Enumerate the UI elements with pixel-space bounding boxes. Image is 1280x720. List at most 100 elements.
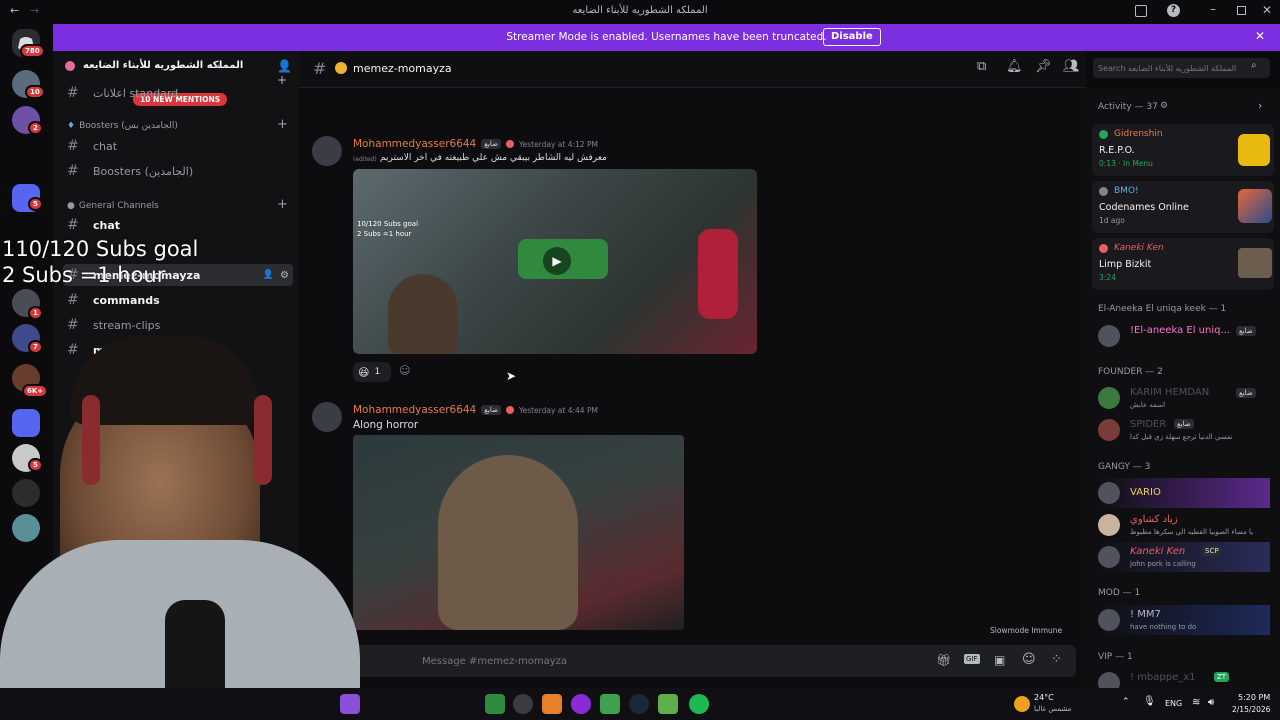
channel-chat-boost[interactable]: # chat	[63, 135, 293, 157]
app-icon[interactable]	[571, 694, 591, 714]
spiderman-shape	[698, 229, 738, 319]
member-row[interactable]: SPIDER نفسي الدنيا ترجع سهلة زي قبل كدا ضا…	[1098, 415, 1270, 445]
language-indicator[interactable]: ENG	[1165, 699, 1182, 708]
member-row[interactable]: VARIO	[1098, 478, 1270, 508]
mic-icon[interactable]: 🎙︎	[1143, 696, 1156, 707]
avatar	[1098, 419, 1120, 441]
timestamp: Yesterday at 4:44 PM	[519, 405, 598, 415]
activity-card[interactable]: BMO! Codenames Online 1d ago	[1092, 181, 1274, 233]
headphone-left	[82, 395, 100, 485]
play-icon[interactable]: ▶	[543, 247, 571, 275]
channel-commands[interactable]: # commands	[63, 289, 293, 311]
category-general[interactable]: ● General Channels	[67, 201, 159, 211]
minimize-icon[interactable]: –	[1210, 2, 1216, 16]
inbox-icon[interactable]	[1135, 5, 1147, 17]
member-row[interactable]: Kaneki Ken john pork is calling SCP	[1098, 542, 1270, 572]
disable-button[interactable]: Disable	[823, 28, 881, 46]
server-badge: 1	[28, 306, 43, 320]
channel-announcements[interactable]: # اعلانات standard	[63, 82, 293, 104]
member-name: Kaneki Ken	[1114, 243, 1164, 253]
add-channel-icon[interactable]: +	[277, 197, 288, 212]
app-icon[interactable]	[340, 694, 360, 714]
chevron-up-icon[interactable]: ⌃	[1122, 697, 1130, 707]
spotify-icon[interactable]	[689, 694, 709, 714]
member-row[interactable]: ! MM7 have nothing to do	[1098, 605, 1270, 635]
game-icon	[1099, 187, 1108, 196]
music-icon	[1099, 244, 1108, 253]
server-badge: 5	[28, 197, 43, 211]
member-name: BMO!	[1114, 186, 1139, 196]
channel-stream-clips[interactable]: # stream-clips	[63, 314, 293, 336]
invite-icon[interactable]: 👤	[263, 270, 274, 280]
add-channel-icon[interactable]: +	[277, 117, 288, 132]
reaction-count: 1	[374, 367, 381, 377]
chrome-icon[interactable]	[513, 694, 533, 714]
apps-icon[interactable]: ⁘	[1051, 652, 1062, 667]
threads-icon[interactable]: ⧉	[977, 59, 986, 74]
group-header: GANGY — 3	[1098, 462, 1151, 472]
avatar	[1098, 482, 1120, 504]
bell-icon[interactable]: 🔔︎	[1006, 59, 1023, 74]
avatar	[1098, 609, 1120, 631]
app-icon[interactable]	[485, 694, 505, 714]
minecraft-icon[interactable]	[600, 694, 620, 714]
avatar	[1098, 546, 1120, 568]
member-name: Gidrenshin	[1114, 129, 1163, 139]
channel-boosters[interactable]: # Boosters (الجامدين)	[63, 160, 293, 182]
search-input[interactable]	[1098, 61, 1246, 75]
avatar[interactable]	[312, 136, 342, 166]
maximize-icon[interactable]	[1237, 6, 1246, 15]
hash-icon: #	[313, 59, 327, 78]
steam-icon[interactable]	[629, 694, 649, 714]
close-window-icon[interactable]: ✕	[1262, 3, 1272, 17]
clock-time[interactable]: 5:20 PM	[1238, 693, 1270, 702]
category-boosters[interactable]: ♦ Boosters (الجامدين بس)	[67, 121, 178, 131]
activity-card[interactable]: Gidrenshin R.E.P.O. 0:13 · In Menu	[1092, 124, 1274, 176]
activity-detail: 0:13 · In Menu	[1099, 159, 1153, 168]
subs-goal-line1: 110/120 Subs goal	[2, 237, 199, 261]
headphone-right	[254, 395, 272, 485]
author-name[interactable]: Mohammedyasser6644	[353, 404, 476, 416]
close-icon[interactable]: ✕	[1255, 29, 1265, 43]
channel-header: # memez-momayza ⧉ 🔔︎ 📌︎ 👥︎	[299, 51, 1086, 88]
role-tag: ضايع	[481, 139, 502, 149]
channel-chat[interactable]: # chat	[63, 214, 293, 236]
wifi-icon[interactable]: ≋	[1192, 697, 1200, 708]
activity-detail: 3:24	[1099, 273, 1116, 282]
add-reaction-icon[interactable]: ☺	[399, 364, 410, 377]
search-box[interactable]: ⌕	[1093, 58, 1270, 78]
subs-goal-overlay: 110/120 Subs goal 2 Subs =1 hour	[2, 236, 198, 288]
chevron-right-icon[interactable]: ›	[1258, 99, 1262, 112]
group-header: El-Aneeka El uniqa keek — 1	[1098, 304, 1227, 314]
activity-card[interactable]: Kaneki Ken Limp Bizkit 3:24	[1092, 238, 1274, 290]
gif-icon[interactable]: GIF	[964, 654, 980, 664]
member-row[interactable]: !El-aneeka El uniq... ضايع	[1098, 321, 1270, 351]
help-icon[interactable]: ?	[1167, 4, 1180, 17]
search-icon: ⌕	[1251, 60, 1257, 71]
embed-overlay-text: 10/120 Subs goal 2 Subs =1 hour	[357, 220, 419, 238]
emoji-picker-icon[interactable]: ☺	[1022, 652, 1036, 667]
clock-date[interactable]: 2/15/2026	[1232, 705, 1270, 714]
message-input[interactable]	[422, 653, 822, 669]
message-text: Along horror	[353, 419, 419, 431]
gift-icon[interactable]: 🎁︎	[936, 653, 951, 667]
member-row[interactable]: زياد كشاوي يا مساء الصوبيا القطيه الي سكر…	[1098, 510, 1270, 540]
hash-icon: #	[67, 85, 79, 101]
subs-goal-line2: 2 Subs =1 hour	[2, 263, 166, 287]
pin-icon[interactable]: 📌︎	[1035, 59, 1052, 74]
video-embed[interactable]: ▶ 10/120 Subs goal 2 Subs =1 hour	[353, 169, 757, 354]
app-icon[interactable]	[542, 694, 562, 714]
gear-icon[interactable]: ⚙	[1160, 101, 1168, 111]
app-icon[interactable]	[658, 694, 678, 714]
chevron-down-icon[interactable]: ⌄	[213, 59, 221, 70]
avatar	[1098, 387, 1120, 409]
sticker-icon[interactable]: ▣	[994, 653, 1005, 667]
member-row[interactable]: KARIM HEMDAN اسمه عابش ضايع	[1098, 383, 1270, 413]
gear-icon[interactable]: ⚙	[280, 270, 289, 281]
server-badge: 2	[28, 121, 43, 135]
title-bar: ← → المملكه الشطوريه للأبناء الضايعه ? –…	[0, 0, 1280, 24]
members-icon[interactable]: 👥︎	[1063, 59, 1080, 74]
author-name[interactable]: Mohammedyasser6644	[353, 138, 476, 150]
volume-icon[interactable]: 🔊︎	[1208, 697, 1214, 708]
image-attachment[interactable]	[353, 435, 684, 630]
